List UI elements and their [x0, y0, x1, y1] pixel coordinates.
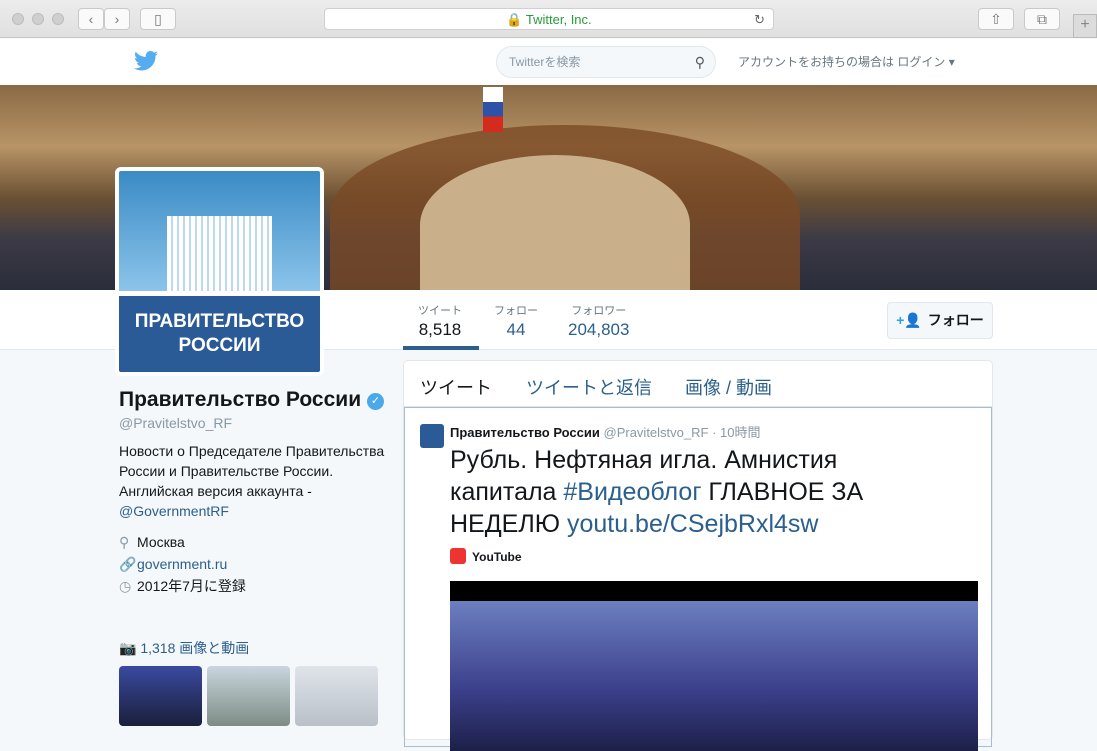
hashtag-link[interactable]: #Видеоблог	[563, 478, 701, 506]
white-house-icon	[167, 216, 272, 291]
stat-label: フォロワー	[571, 305, 627, 317]
url-title: Twitter, Inc.	[525, 12, 592, 27]
bio-mention-link[interactable]: @GovernmentRF	[119, 503, 229, 519]
tab-tweets[interactable]: ツイート	[420, 374, 492, 400]
back-button[interactable]: ‹	[78, 8, 104, 30]
tweet-time[interactable]: 10時間	[720, 425, 760, 440]
stat-value: 204,803	[568, 320, 630, 339]
close-window-button[interactable]	[12, 13, 24, 25]
russian-flag	[483, 87, 503, 132]
media-link[interactable]: 📷 1,318 画像と動画	[119, 638, 249, 658]
avatar[interactable]: ПРАВИТЕЛЬСТВО РОССИИ	[115, 167, 324, 376]
stat-value: 44	[506, 320, 526, 339]
tweet-author[interactable]: Правительство России	[450, 425, 600, 440]
profile-card: Правительство России ✓ @Pravitelstvo_RF …	[119, 388, 389, 597]
search-input[interactable]: Twitterを検索 ⚲	[496, 46, 716, 78]
follow-button[interactable]: +👤 フォロー	[887, 302, 993, 339]
location: Москва	[137, 534, 185, 550]
location-pin-icon: ⚲	[119, 534, 130, 550]
youtube-icon	[450, 548, 466, 564]
timeline-tabs: ツイート ツイートと返信 画像 / 動画	[404, 361, 992, 407]
video-thumbnail	[450, 601, 978, 751]
stat-label: フォロー	[494, 305, 538, 317]
tab-media[interactable]: 画像 / 動画	[685, 374, 772, 400]
media-thumbnail[interactable]	[207, 666, 290, 726]
tweet-url-link[interactable]: youtu.be/CSejbRxl4sw	[567, 510, 819, 538]
source-label: YouTube	[472, 550, 522, 564]
lock-icon: 🔒	[506, 12, 523, 27]
login-label: アカウントをお持ちの場合は ログイン	[738, 55, 946, 69]
twitter-bird-icon[interactable]	[134, 51, 158, 71]
video-player[interactable]	[450, 581, 978, 751]
active-stat-underline	[403, 346, 479, 350]
zoom-window-button[interactable]	[52, 13, 64, 25]
stat-label: ツイート	[418, 305, 462, 317]
address-bar[interactable]: 🔒 Twitter, Inc. ↻	[324, 8, 774, 30]
twitter-header: Twitterを検索 ⚲ アカウントをお持ちの場合は ログイン ▾	[0, 39, 1097, 85]
profile-handle[interactable]: @Pravitelstvo_RF	[119, 415, 389, 431]
tab-tweets-replies[interactable]: ツイートと返信	[526, 374, 652, 400]
sidebar-toggle-button[interactable]: ▯	[140, 8, 176, 30]
tweet-avatar[interactable]	[420, 424, 444, 448]
timeline: ツイート ツイートと返信 画像 / 動画 Правительство Росси…	[403, 360, 993, 751]
camera-icon: 📷	[119, 640, 137, 656]
clock-icon: ◷	[119, 578, 132, 594]
link-icon: 🔗	[119, 556, 137, 572]
stat-followers[interactable]: フォロワー 204,803	[568, 302, 629, 340]
browser-chrome: ‹ › ▯ 🔒 Twitter, Inc. ↻ ⇧ ⧉ +	[0, 0, 1097, 38]
minimize-window-button[interactable]	[32, 13, 44, 25]
search-icon[interactable]: ⚲	[695, 47, 705, 77]
media-thumbnail[interactable]	[119, 666, 202, 726]
banner-table-inner	[420, 155, 690, 290]
tweet[interactable]: Правительство России @Pravitelstvo_RF · …	[404, 407, 992, 751]
tweet-handle[interactable]: @Pravitelstvo_RF	[604, 425, 709, 440]
tweet-header: Правительство России @Pravitelstvo_RF · …	[450, 425, 761, 440]
stat-value: 8,518	[418, 320, 462, 339]
login-dropdown[interactable]: アカウントをお持ちの場合は ログイン ▾	[738, 53, 955, 70]
caret-down-icon: ▾	[948, 55, 955, 69]
media-count: 1,318 画像と動画	[140, 640, 250, 656]
add-user-icon: +👤	[896, 312, 922, 328]
new-tab-button[interactable]: +	[1073, 14, 1097, 38]
stat-following[interactable]: フォロー 44	[494, 302, 538, 340]
tweet-text: Рубль. Нефтяная игла. Амнистия капитала …	[450, 444, 950, 540]
card-source: YouTube	[450, 548, 522, 564]
media-thumbnail[interactable]	[295, 666, 378, 726]
profile-meta: ⚲ Москва 🔗government.ru ◷ 2012年7月に登録	[119, 531, 389, 597]
website-link[interactable]: government.ru	[137, 556, 227, 572]
profile-name-wrap: Правительство России ✓	[119, 388, 389, 412]
bio-text: Новости о Председателе Правительства Рос…	[119, 443, 385, 499]
forward-button[interactable]: ›	[104, 8, 130, 30]
profile-bio: Новости о Председателе Правительства Рос…	[119, 441, 389, 521]
stat-tweets[interactable]: ツイート 8,518	[418, 302, 462, 340]
search-placeholder: Twitterを検索	[509, 55, 581, 69]
join-date: 2012年7月に登録	[137, 578, 246, 594]
avatar-text: ПРАВИТЕЛЬСТВО РОССИИ	[119, 296, 320, 372]
follow-label: フォロー	[927, 312, 984, 328]
profile-name[interactable]: Правительство России	[119, 388, 361, 411]
verified-badge-icon: ✓	[366, 393, 384, 410]
tabs-overview-button[interactable]: ⧉	[1024, 8, 1060, 30]
reload-icon[interactable]: ↻	[754, 9, 765, 30]
share-button[interactable]: ⇧	[978, 8, 1014, 30]
